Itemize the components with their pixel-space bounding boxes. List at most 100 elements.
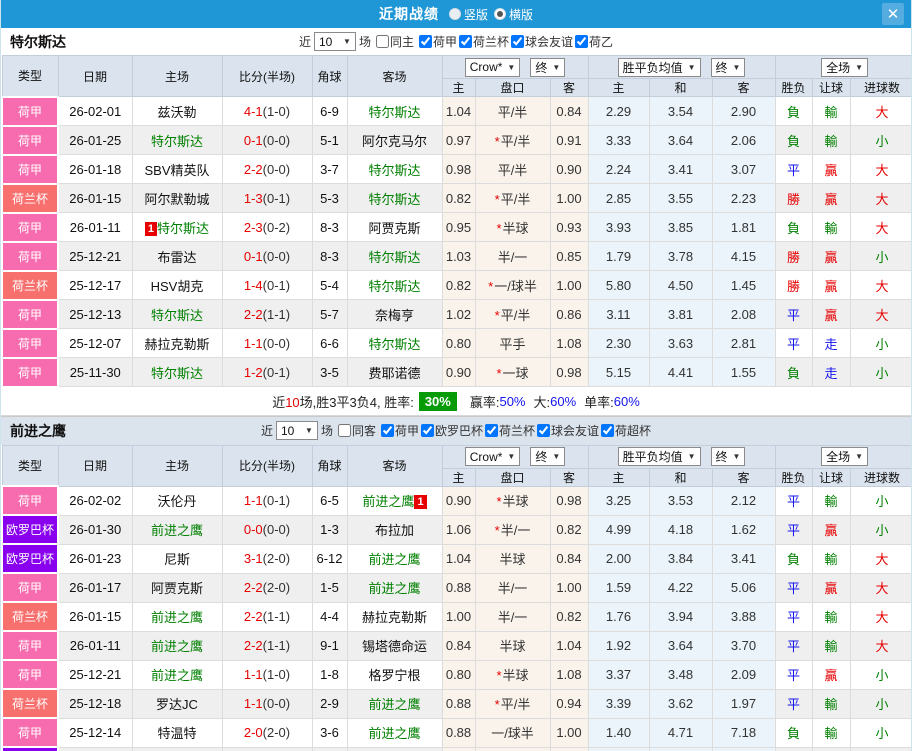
handicap-cell: 两球: [475, 747, 550, 751]
league-checkbox-label[interactable]: 荷乙: [573, 33, 613, 50]
wdl-result-cell: 平: [775, 689, 812, 718]
rank-badge: 1: [145, 222, 157, 236]
league-checkbox[interactable]: [485, 424, 498, 437]
home-team-cell: 罗达JC: [132, 689, 222, 718]
league-badge: 荷甲: [3, 487, 57, 514]
avg-home-cell: 1.76: [588, 602, 649, 631]
odds-time-select[interactable]: 终▼: [530, 447, 565, 466]
odds-company-select[interactable]: Crow*▼: [465, 58, 521, 77]
avg-away-cell: 7.18: [712, 718, 775, 747]
league-checkbox-label[interactable]: 荷兰杯: [483, 422, 535, 439]
league-checkbox-text: 荷兰杯: [473, 33, 509, 50]
handicap-text: 半球: [503, 668, 529, 683]
same-venue-checkbox-label[interactable]: 同主: [374, 33, 414, 50]
col-type: 类型: [2, 56, 58, 97]
league-checkbox[interactable]: [537, 424, 550, 437]
league-checkbox[interactable]: [381, 424, 394, 437]
fulltime-score: 0-1: [244, 133, 263, 148]
avg-away-cell: 2.23: [712, 184, 775, 213]
away-team-name: 前进之鹰: [368, 697, 420, 712]
goals-result-cell: 小: [850, 126, 912, 155]
home-odds-cell: 0.82: [442, 184, 475, 213]
corners-cell: 8-3: [312, 242, 347, 271]
vertical-layout-label[interactable]: 竖版: [464, 6, 488, 23]
league-checkbox[interactable]: [511, 35, 524, 48]
avg-odds-select[interactable]: 胜平负均值▼: [618, 58, 701, 77]
vertical-layout-radio[interactable]: [449, 8, 461, 20]
match-count-select[interactable]: 10▼: [276, 421, 318, 440]
league-checkbox-label[interactable]: 荷超杯: [599, 422, 651, 439]
league-checkbox[interactable]: [575, 35, 588, 48]
col-home: 主场: [132, 56, 222, 97]
scope-select[interactable]: 全场▼: [821, 58, 868, 77]
changed-odds-marker: *: [496, 494, 501, 509]
chevron-down-icon: ▼: [733, 63, 741, 72]
section-header-goahead: 前进之鹰 近 10▼ 场 同客 荷甲欧罗巴杯荷兰杯球会友谊荷超杯: [1, 416, 911, 445]
near-label: 近: [299, 33, 311, 50]
section-header-telstar: 特尔斯达 近 10▼ 场 同主 荷甲荷兰杯球会友谊荷乙: [1, 28, 911, 55]
league-checkbox-label[interactable]: 球会友谊: [509, 33, 573, 50]
avg-home-cell: 2.85: [588, 184, 649, 213]
avg-odds-select[interactable]: 胜平负均值▼: [618, 447, 701, 466]
goals-result-cell: 大: [850, 544, 912, 573]
avg-away-cell: 3.07: [712, 155, 775, 184]
wdl-result-cell: 負: [775, 97, 812, 126]
league-filter-group: 荷甲欧罗巴杯荷兰杯球会友谊荷超杯: [379, 422, 651, 439]
league-checkbox[interactable]: [419, 35, 432, 48]
corners-cell: 3-6: [312, 718, 347, 747]
league-checkbox[interactable]: [421, 424, 434, 437]
league-checkbox-label[interactable]: 欧罗巴杯: [419, 422, 483, 439]
corners-cell: 8-3: [312, 213, 347, 242]
horizontal-layout-label[interactable]: 横版: [509, 6, 533, 23]
league-cell: 荷甲: [2, 300, 58, 329]
scope-select[interactable]: 全场▼: [821, 447, 868, 466]
odds-company-select[interactable]: Crow*▼: [465, 447, 521, 466]
home-odds-cell: 0.84: [442, 631, 475, 660]
handicap-result-cell: 贏: [812, 573, 850, 602]
league-checkbox-label[interactable]: 荷甲: [417, 33, 457, 50]
handicap-text: 半球: [499, 552, 525, 567]
col-odds-handicap: 盘口: [475, 468, 550, 486]
avg-time-select[interactable]: 终▼: [711, 58, 746, 77]
home-team-name: 特尔斯达: [157, 221, 209, 236]
league-checkbox[interactable]: [601, 424, 614, 437]
league-checkbox-label[interactable]: 荷兰杯: [457, 33, 509, 50]
league-checkbox-label[interactable]: 荷甲: [379, 422, 419, 439]
league-checkbox[interactable]: [459, 35, 472, 48]
away-odds-cell: 0.93: [550, 213, 588, 242]
avg-draw-cell: 3.54: [649, 97, 712, 126]
avg-time-select[interactable]: 终▼: [711, 447, 746, 466]
avg-draw-cell: 3.81: [649, 300, 712, 329]
score-cell: 4-1(1-0): [222, 97, 312, 126]
odds-time-select[interactable]: 终▼: [530, 58, 565, 77]
home-team-cell: 特尔斯达: [132, 358, 222, 387]
handicap-result-cell: 輸: [812, 718, 850, 747]
home-team-name: 特尔斯达: [151, 366, 203, 381]
goals-result-cell: 大: [850, 155, 912, 184]
goals-result-cell: 大: [850, 184, 912, 213]
away-team-name: 前进之鹰: [368, 552, 420, 567]
avg-draw-cell: 4.41: [649, 358, 712, 387]
handicap-cell: 平/半: [475, 97, 550, 126]
wdl-result-cell: 平: [775, 573, 812, 602]
match-count-select[interactable]: 10▼: [314, 32, 356, 51]
horizontal-layout-radio[interactable]: [494, 8, 506, 20]
avg-away-cell: 1.97: [712, 689, 775, 718]
corners-cell: 1-5: [312, 573, 347, 602]
close-icon[interactable]: ✕: [882, 3, 904, 25]
col-odds-away: 客: [550, 468, 588, 486]
home-odds-cell: 1.02: [442, 300, 475, 329]
same-venue-checkbox-label[interactable]: 同客: [336, 422, 376, 439]
date-cell: 25-12-07: [58, 329, 132, 358]
handicap-text: 半/一: [501, 523, 531, 538]
league-checkbox-label[interactable]: 球会友谊: [535, 422, 599, 439]
home-team-name: 赫拉克勒斯: [144, 337, 209, 352]
chevron-down-icon: ▼: [688, 452, 696, 461]
home-team-cell: 特尔斯达: [132, 126, 222, 155]
match-row: 荷兰杯25-12-18罗达JC1-1(0-0)2-9前进之鹰0.88*平/半0.…: [2, 689, 912, 718]
same-venue-checkbox[interactable]: [338, 424, 351, 437]
same-venue-checkbox[interactable]: [376, 35, 389, 48]
date-cell: 25-12-12: [58, 747, 132, 751]
league-cell: 荷甲: [2, 718, 58, 747]
home-odds-cell: 0.88: [442, 718, 475, 747]
